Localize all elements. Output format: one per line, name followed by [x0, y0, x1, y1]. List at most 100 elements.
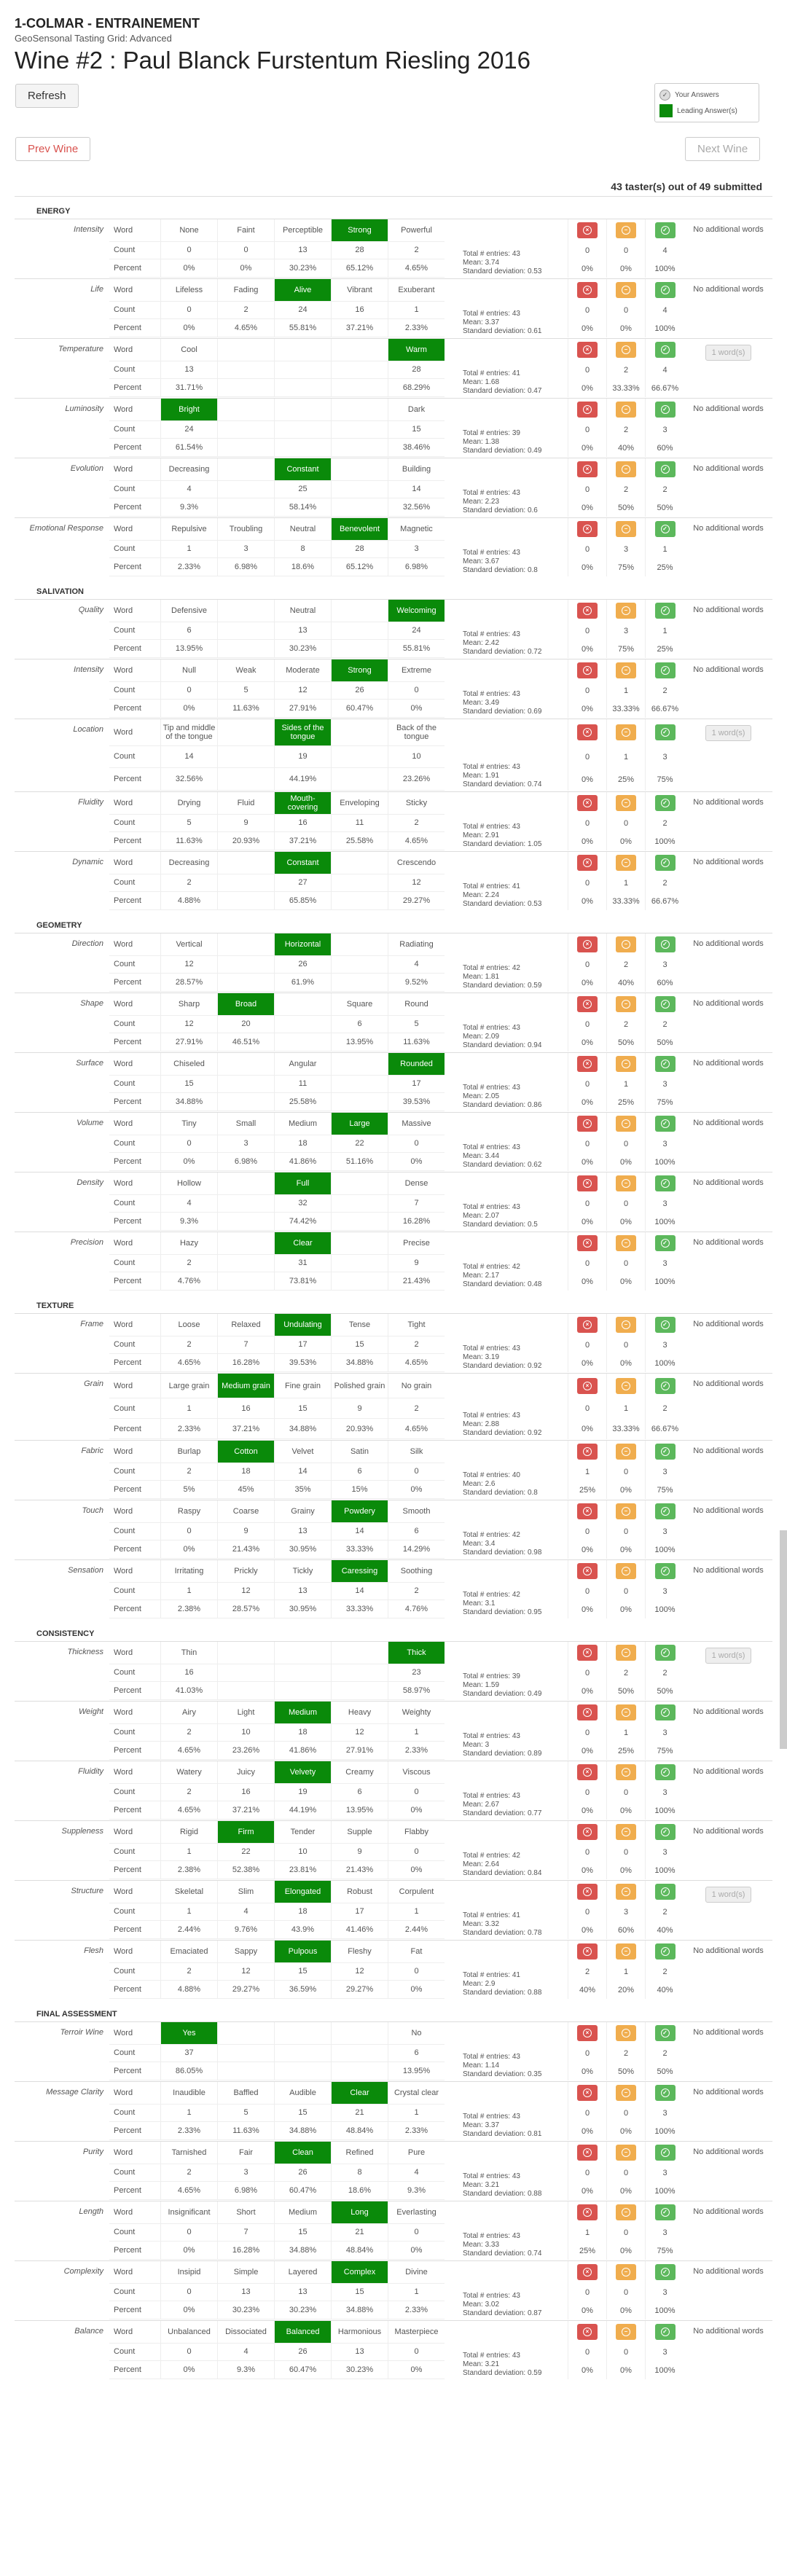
neutral-face-icon[interactable]: –	[616, 996, 636, 1013]
answer-option[interactable]	[331, 399, 388, 421]
frown-icon[interactable]: ×	[577, 1317, 598, 1334]
answer-option[interactable]	[217, 719, 274, 746]
answer-option[interactable]: Insipid	[160, 2261, 217, 2284]
answer-option[interactable]: Medium	[274, 2201, 331, 2224]
smile-icon[interactable]: ✓	[654, 855, 676, 872]
frown-icon[interactable]: ×	[577, 521, 598, 538]
answer-option[interactable]: Enveloping	[331, 792, 388, 815]
answer-option[interactable]: Warm	[388, 339, 445, 361]
answer-option[interactable]: Powerful	[388, 219, 445, 242]
answer-option[interactable]: Watery	[160, 1761, 217, 1784]
answer-option[interactable]	[331, 1172, 388, 1195]
answer-option[interactable]	[217, 1053, 274, 1076]
answer-option[interactable]: Large grain	[160, 1374, 217, 1398]
answer-option[interactable]: Hollow	[160, 1172, 217, 1195]
answer-option[interactable]: No	[388, 2022, 445, 2045]
answer-option[interactable]: Clean	[274, 2142, 331, 2164]
frown-icon[interactable]: ×	[577, 1645, 598, 1661]
frown-icon[interactable]: ×	[577, 724, 598, 741]
answer-option[interactable]: Round	[388, 993, 445, 1016]
frown-icon[interactable]: ×	[577, 2204, 598, 2221]
answer-option[interactable]	[217, 399, 274, 421]
smile-icon[interactable]: ✓	[654, 1056, 676, 1073]
smile-icon[interactable]: ✓	[654, 461, 676, 478]
frown-icon[interactable]: ×	[577, 662, 598, 679]
neutral-face-icon[interactable]: –	[616, 521, 636, 538]
answer-option[interactable]: Precise	[388, 1232, 445, 1255]
answer-option[interactable]: Sappy	[217, 1941, 274, 1963]
answer-option[interactable]: Burlap	[160, 1441, 217, 1463]
answer-option[interactable]: Moderate	[274, 659, 331, 682]
frown-icon[interactable]: ×	[577, 1943, 598, 1960]
answer-option[interactable]: Satin	[331, 1441, 388, 1463]
answer-option[interactable]: Perceptible	[274, 219, 331, 242]
answer-option[interactable]: Full	[274, 1172, 331, 1195]
answer-option[interactable]	[274, 993, 331, 1016]
smile-icon[interactable]: ✓	[654, 2324, 676, 2341]
answer-option[interactable]: Weak	[217, 659, 274, 682]
answer-option[interactable]: Soothing	[388, 1560, 445, 1583]
answer-option[interactable]: Null	[160, 659, 217, 682]
answer-option[interactable]: Angular	[274, 1053, 331, 1076]
answer-option[interactable]: Constant	[274, 458, 331, 481]
frown-icon[interactable]: ×	[577, 2145, 598, 2161]
answer-option[interactable]: Fat	[388, 1941, 445, 1963]
frown-icon[interactable]: ×	[577, 603, 598, 619]
smile-icon[interactable]: ✓	[654, 1563, 676, 1580]
answer-option[interactable]: Audible	[274, 2082, 331, 2105]
smile-icon[interactable]: ✓	[654, 222, 676, 239]
answer-option[interactable]: Long	[331, 2201, 388, 2224]
next-wine-button[interactable]: Next Wine	[685, 137, 761, 161]
frown-icon[interactable]: ×	[577, 461, 598, 478]
answer-option[interactable]: Clear	[274, 1232, 331, 1255]
answer-option[interactable]: Tense	[331, 1314, 388, 1336]
smile-icon[interactable]: ✓	[654, 936, 676, 953]
answer-option[interactable]: Fading	[217, 279, 274, 302]
smile-icon[interactable]: ✓	[654, 282, 676, 299]
answer-option[interactable]	[331, 719, 388, 746]
smile-icon[interactable]: ✓	[654, 795, 676, 812]
answer-option[interactable]: Sticky	[388, 792, 445, 815]
neutral-face-icon[interactable]: –	[616, 2025, 636, 2042]
neutral-face-icon[interactable]: –	[616, 2324, 636, 2341]
answer-option[interactable]: Fleshy	[331, 1941, 388, 1963]
answer-option[interactable]: Medium	[274, 1702, 331, 1724]
answer-option[interactable]: Creamy	[331, 1761, 388, 1784]
answer-option[interactable]	[217, 2022, 274, 2045]
smile-icon[interactable]: ✓	[654, 1503, 676, 1520]
answer-option[interactable]: Neutral	[274, 600, 331, 622]
answer-option[interactable]	[274, 399, 331, 421]
neutral-face-icon[interactable]: –	[616, 1884, 636, 1900]
smile-icon[interactable]: ✓	[654, 1175, 676, 1192]
neutral-face-icon[interactable]: –	[616, 2085, 636, 2102]
refresh-button[interactable]: Refresh	[15, 84, 79, 108]
answer-option[interactable]: Tip and middle of the tongue	[160, 719, 217, 746]
answer-option[interactable]: Tender	[274, 1821, 331, 1844]
neutral-face-icon[interactable]: –	[616, 795, 636, 812]
answer-option[interactable]: Elongated	[274, 1881, 331, 1903]
answer-option[interactable]: Crescendo	[388, 852, 445, 874]
answer-option[interactable]: Constant	[274, 852, 331, 874]
smile-icon[interactable]: ✓	[654, 2204, 676, 2221]
answer-option[interactable]: Fluid	[217, 792, 274, 815]
neutral-face-icon[interactable]: –	[616, 402, 636, 418]
answer-option[interactable]: Tarnished	[160, 2142, 217, 2164]
answer-option[interactable]	[331, 1642, 388, 1664]
neutral-face-icon[interactable]: –	[616, 1824, 636, 1841]
answer-option[interactable]: Heavy	[331, 1702, 388, 1724]
answer-option[interactable]: Strong	[331, 659, 388, 682]
answer-option[interactable]: Magnetic	[388, 518, 445, 541]
answer-option[interactable]: Square	[331, 993, 388, 1016]
answer-option[interactable]: Tiny	[160, 1113, 217, 1135]
answer-option[interactable]: Unbalanced	[160, 2321, 217, 2344]
frown-icon[interactable]: ×	[577, 2025, 598, 2042]
answer-option[interactable]: Juicy	[217, 1761, 274, 1784]
answer-option[interactable]	[217, 852, 274, 874]
answer-option[interactable]: Repulsive	[160, 518, 217, 541]
answer-option[interactable]: Dense	[388, 1172, 445, 1195]
smile-icon[interactable]: ✓	[654, 2025, 676, 2042]
neutral-face-icon[interactable]: –	[616, 1116, 636, 1132]
answer-option[interactable]: Vertical	[160, 933, 217, 956]
answer-option[interactable]	[217, 458, 274, 481]
neutral-face-icon[interactable]: –	[616, 1943, 636, 1960]
